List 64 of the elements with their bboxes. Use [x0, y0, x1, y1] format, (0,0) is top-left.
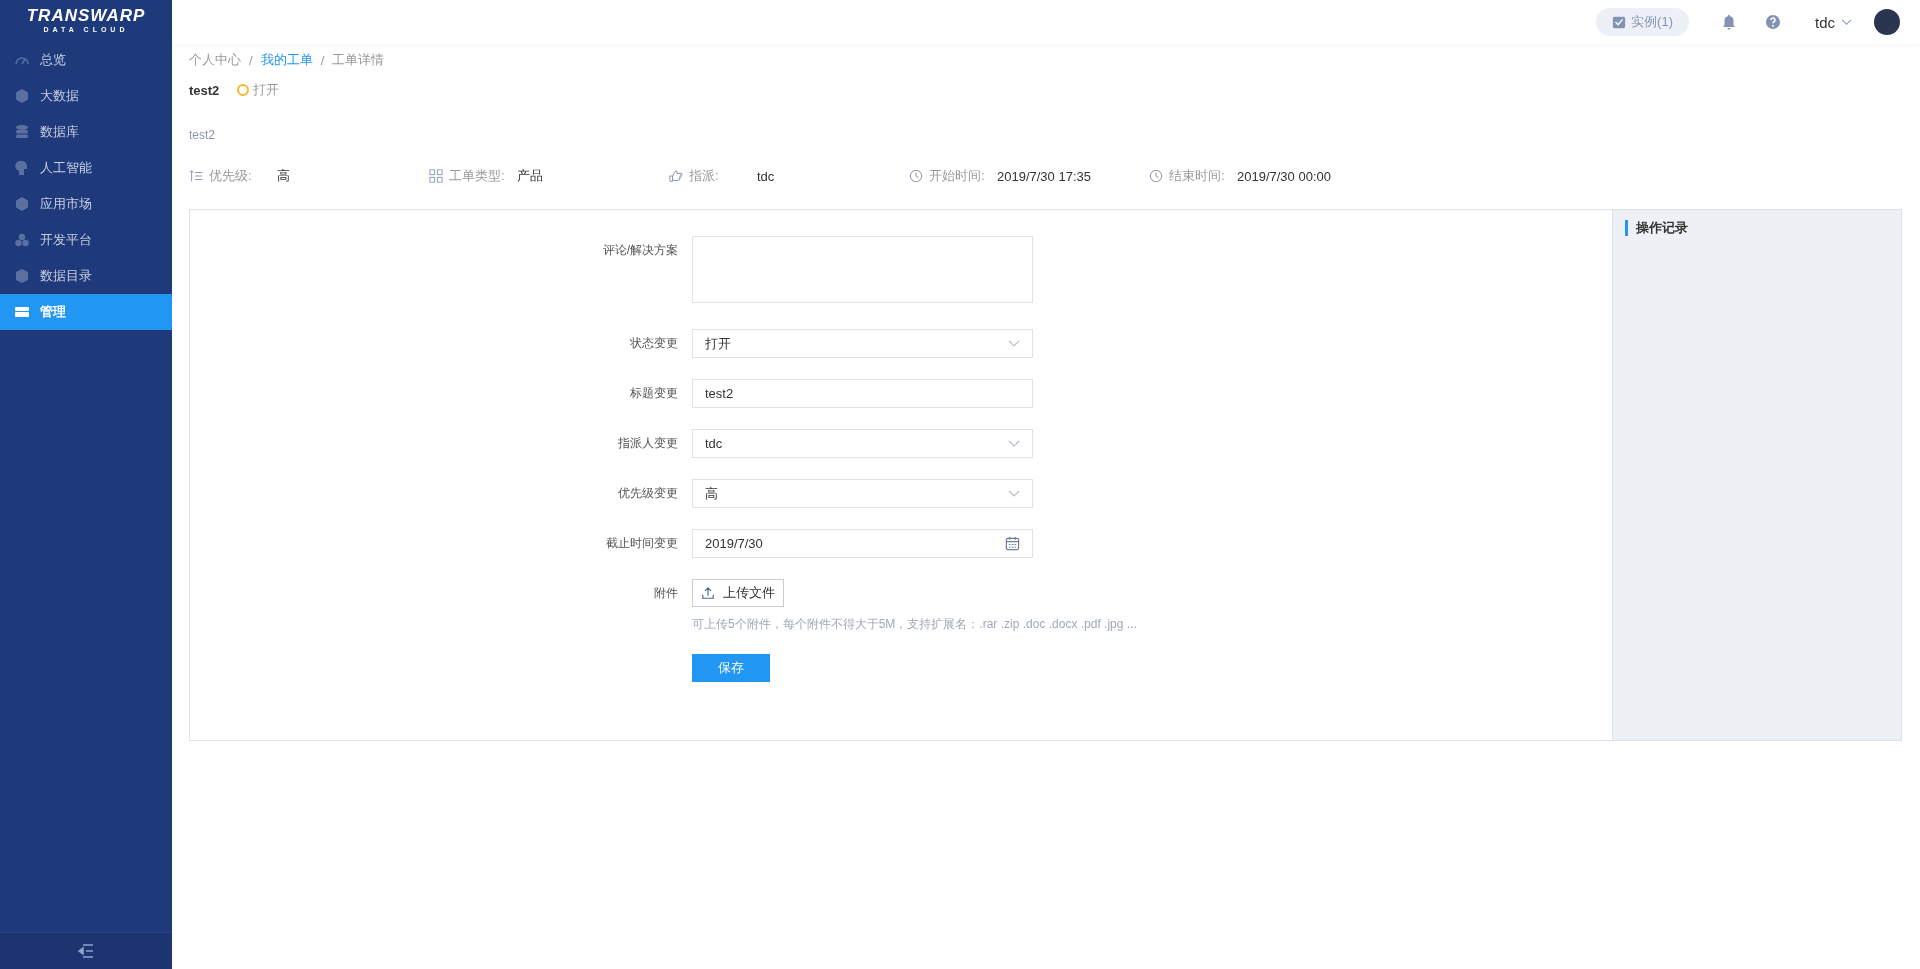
head-icon — [14, 160, 30, 176]
date-field[interactable]: 2019/7/30 — [692, 529, 1033, 558]
help-icon[interactable] — [1765, 14, 1781, 30]
calendar-icon — [1005, 536, 1020, 551]
toolbox-icon — [14, 304, 30, 320]
meta-value: tdc — [757, 168, 775, 184]
select-field[interactable]: 高 — [692, 479, 1033, 508]
user-menu[interactable]: tdc — [1809, 12, 1858, 32]
meta-label: 指派: — [689, 167, 720, 185]
field-label: 指派人变更 — [617, 435, 679, 452]
status-ring-icon — [237, 84, 250, 96]
meta-value: 2019/7/30 17:35 — [997, 168, 1091, 184]
avatar[interactable] — [1874, 9, 1900, 35]
sidebar-item[interactable]: 应用市场 — [0, 186, 172, 222]
sidebar-item[interactable]: 大数据 — [0, 78, 172, 114]
meta-label: 结束时间: — [1169, 167, 1226, 185]
sidebar-item[interactable]: 数据目录 — [0, 258, 172, 294]
database-icon — [14, 124, 30, 140]
meta-label: 开始时间: — [929, 167, 986, 185]
clock-icon — [909, 169, 923, 183]
clock-icon — [1149, 169, 1163, 183]
panel-title: 操作记录 — [1625, 220, 1688, 236]
circles-icon — [14, 232, 30, 248]
sidebar-item[interactable]: 数据库 — [0, 114, 172, 150]
pointing-hand-icon — [669, 169, 683, 183]
breadcrumb-separator: / — [320, 52, 325, 68]
caret-icon — [1841, 18, 1852, 26]
field-label: 评论/解决方案 — [601, 242, 679, 259]
upload-icon — [701, 586, 715, 600]
select-field[interactable]: 打开 — [692, 329, 1033, 358]
ticket-status: 打开 — [253, 81, 280, 99]
sidebar-item[interactable]: 总览 — [0, 42, 172, 78]
meta-value: 2019/7/30 00:00 — [1237, 168, 1331, 184]
select-field[interactable]: tdc — [692, 429, 1033, 458]
breadcrumb-item: 个人中心 — [189, 51, 241, 69]
field-label: 优先级变更 — [617, 485, 679, 502]
meta-value: 高 — [277, 167, 290, 185]
field-label: 截止时间变更 — [605, 535, 679, 552]
upload-button[interactable]: 上传文件 — [692, 579, 784, 607]
meta-label: 工单类型: — [449, 167, 506, 185]
sidebar-item[interactable]: 人工智能 — [0, 150, 172, 186]
field-label: 状态变更 — [629, 335, 679, 352]
grid-icon — [429, 169, 443, 183]
breadcrumb-separator: / — [249, 52, 253, 68]
input-field[interactable]: test2 — [692, 379, 1033, 408]
caret-icon — [1008, 489, 1020, 498]
notification-bell-icon[interactable] — [1721, 14, 1737, 30]
hexagon-icon — [14, 88, 30, 104]
sidebar-item[interactable]: 开发平台 — [0, 222, 172, 258]
logo-wordmark: TRANSWARP — [26, 7, 146, 25]
ticket-title: test2 — [189, 82, 220, 98]
breadcrumb-item: 工单详情 — [332, 51, 385, 69]
meta-value: 产品 — [517, 167, 543, 185]
comment-field[interactable] — [692, 236, 1033, 303]
ticket-description: test2 — [189, 128, 216, 144]
sort-icon — [189, 169, 203, 183]
upload-hint: 可上传5个附件，每个附件不得大于5M，支持扩展名：.rar .zip .doc .docx .pdf .jpg ... — [692, 616, 1137, 633]
meta-label: 优先级: — [209, 167, 253, 185]
field-label: 标题变更 — [629, 385, 679, 402]
caret-icon — [1008, 439, 1020, 448]
checkbox-icon — [1612, 15, 1627, 29]
caret-icon — [1008, 339, 1020, 348]
collapse-menu-icon[interactable] — [78, 944, 94, 958]
field-label: 附件 — [653, 585, 679, 602]
